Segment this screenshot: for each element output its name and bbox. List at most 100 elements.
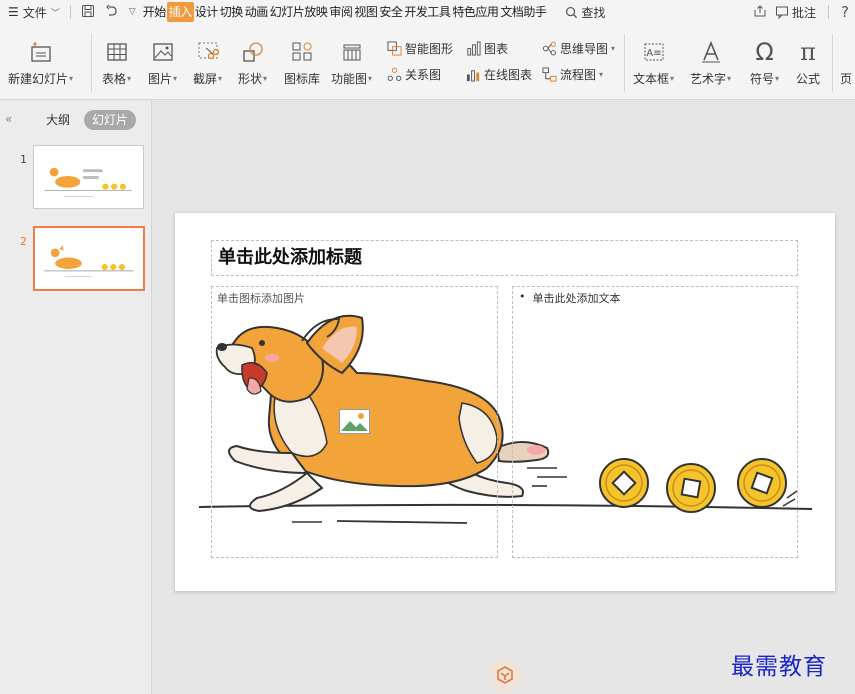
caret-down-icon: ▾ <box>775 74 780 83</box>
file-menu[interactable]: ☰ 文件 ﹀ <box>0 0 66 24</box>
slide-thumbnail-1[interactable] <box>33 145 144 209</box>
menu-bar: ☰ 文件 ﹀ ▽ 开始 插入 设计 切换 动画 幻灯片放映 审阅 视图 安全 开… <box>0 0 855 24</box>
picture-button[interactable]: 图片 ▾ <box>148 34 177 87</box>
slide-thumbnail-art <box>43 245 134 277</box>
chart-button[interactable]: 图表 <box>466 40 508 57</box>
tab-transition[interactable]: 切换 <box>219 2 244 22</box>
function-chart-button[interactable]: 功能图 ▾ <box>331 34 372 87</box>
formula-button[interactable]: π 公式 <box>796 34 820 87</box>
customize-caret-icon[interactable]: ▽ <box>129 7 136 17</box>
tab-security[interactable]: 安全 <box>378 2 403 22</box>
tab-review[interactable]: 审阅 <box>328 2 353 22</box>
tab-developer[interactable]: 开发工具 <box>403 2 451 22</box>
slide-thumbnail-2[interactable] <box>33 226 145 291</box>
smart-shape-button[interactable]: 智能图形 <box>387 40 453 57</box>
help-icon[interactable]: ? <box>841 3 849 21</box>
caret-down-icon: ▾ <box>599 70 604 79</box>
picture-icon <box>152 43 173 61</box>
function-chart-label: 功能图 <box>331 72 368 86</box>
symbol-label: 符号 <box>750 72 775 86</box>
online-chart-button[interactable]: 在线图表 <box>466 66 532 83</box>
caret-down-icon: ▾ <box>263 74 268 83</box>
caret-down-icon: ▾ <box>727 74 732 83</box>
insert-picture-icon[interactable] <box>339 409 370 434</box>
new-slide-icon <box>30 42 51 62</box>
tab-doc-assistant[interactable]: 文档助手 <box>499 2 547 22</box>
text-placeholder[interactable]: • 单击此处添加文本 <box>512 286 798 558</box>
caret-down-icon: ▾ <box>368 74 373 83</box>
caret-down-icon: ▾ <box>127 74 132 83</box>
tab-animation[interactable]: 动画 <box>244 2 269 22</box>
caret-down-icon: ▾ <box>670 74 675 83</box>
title-placeholder[interactable]: 单击此处添加标题 <box>211 240 798 276</box>
caret-down-icon: ▾ <box>218 74 223 83</box>
slide-number: 1 <box>20 153 27 166</box>
watermark-text: 最需教育 <box>731 654 827 680</box>
slide-canvas: 单击此处添加标题 单击图标添加图片 • 单击此处添加文本 <box>153 101 855 694</box>
search-icon <box>566 6 578 18</box>
tab-view[interactable]: 视图 <box>353 2 378 22</box>
screenshot-button[interactable]: 截屏 ▾ <box>193 34 222 87</box>
shape-label: 形状 <box>238 72 263 86</box>
file-menu-label: 文件 <box>22 5 47 20</box>
divider <box>69 5 71 19</box>
comment-label: 批注 <box>792 5 817 20</box>
screenshot-label: 截屏 <box>193 72 218 86</box>
flowchart-button[interactable]: 流程图 ▾ <box>542 66 603 83</box>
save-icon[interactable] <box>81 4 95 21</box>
icon-library-label: 图标库 <box>284 72 321 86</box>
omega-icon: Ω <box>755 38 774 66</box>
search-button[interactable]: 查找 <box>565 4 605 21</box>
undo-icon[interactable] <box>105 4 119 21</box>
picture-label: 图片 <box>148 72 173 86</box>
tab-design[interactable]: 设计 <box>194 2 219 22</box>
chevron-down-icon: ﹀ <box>50 8 60 19</box>
comment-icon <box>776 6 789 19</box>
mind-map-button[interactable]: 思维导图 ▾ <box>542 40 615 57</box>
tab-insert[interactable]: 插入 <box>166 2 194 22</box>
share-icon[interactable] <box>753 4 767 21</box>
textbox-button[interactable]: A≡ 文本框 ▾ <box>633 34 674 87</box>
icon-library-button[interactable]: 图标库 <box>284 34 320 87</box>
menu-right: 批注 ? <box>753 0 855 24</box>
pi-icon: π <box>800 38 816 66</box>
comment-button[interactable]: 批注 <box>775 4 816 21</box>
divider <box>624 34 625 92</box>
shape-button[interactable]: 形状 ▾ <box>238 34 267 87</box>
new-slide-button[interactable]: 新建幻灯片 ▾ <box>8 34 73 87</box>
online-chart-label: 在线图表 <box>484 68 533 82</box>
mind-map-icon <box>542 41 556 56</box>
page-partial-button[interactable]: 页 <box>840 34 852 87</box>
bullet-item: • 单击此处添加文本 <box>519 290 621 306</box>
new-slide-label: 新建幻灯片 <box>8 72 69 86</box>
panel-header: « 大纲 幻灯片 <box>0 109 152 131</box>
table-icon <box>106 43 127 61</box>
table-label: 表格 <box>102 72 127 86</box>
relation-chart-label: 关系图 <box>405 68 442 82</box>
wordart-button[interactable]: 艺术字 ▾ <box>690 34 731 87</box>
tab-home[interactable]: 开始 <box>142 2 167 22</box>
app-logo-icon[interactable] <box>488 658 522 692</box>
smart-shape-label: 智能图形 <box>405 42 454 56</box>
picture-placeholder-hint: 单击图标添加图片 <box>217 292 305 305</box>
textbox-label: 文本框 <box>633 72 670 86</box>
tab-slideshow[interactable]: 幻灯片放映 <box>269 2 329 22</box>
tab-features[interactable]: 特色应用 <box>451 2 499 22</box>
caret-down-icon: ▾ <box>69 74 74 83</box>
slide: 单击此处添加标题 单击图标添加图片 • 单击此处添加文本 <box>175 213 835 591</box>
wordart-icon <box>701 40 720 63</box>
online-chart-icon <box>466 70 480 82</box>
table-button[interactable]: 表格 ▾ <box>102 34 131 87</box>
quick-access: ▽ <box>75 4 142 21</box>
hamburger-icon: ☰ <box>8 5 19 19</box>
scissors-icon <box>198 42 219 60</box>
relation-chart-button[interactable]: 关系图 <box>387 66 441 83</box>
symbol-button[interactable]: Ω 符号 ▾ <box>750 34 779 87</box>
bullet-mark: • <box>519 290 526 303</box>
collapse-panel-icon[interactable]: « <box>5 112 12 126</box>
chart-icon <box>467 41 481 56</box>
tab-outline[interactable]: 大纲 <box>38 110 78 130</box>
text-placeholder-hint: 单击此处添加文本 <box>532 292 621 305</box>
tab-slides[interactable]: 幻灯片 <box>84 110 137 130</box>
flowchart-icon <box>542 67 557 82</box>
